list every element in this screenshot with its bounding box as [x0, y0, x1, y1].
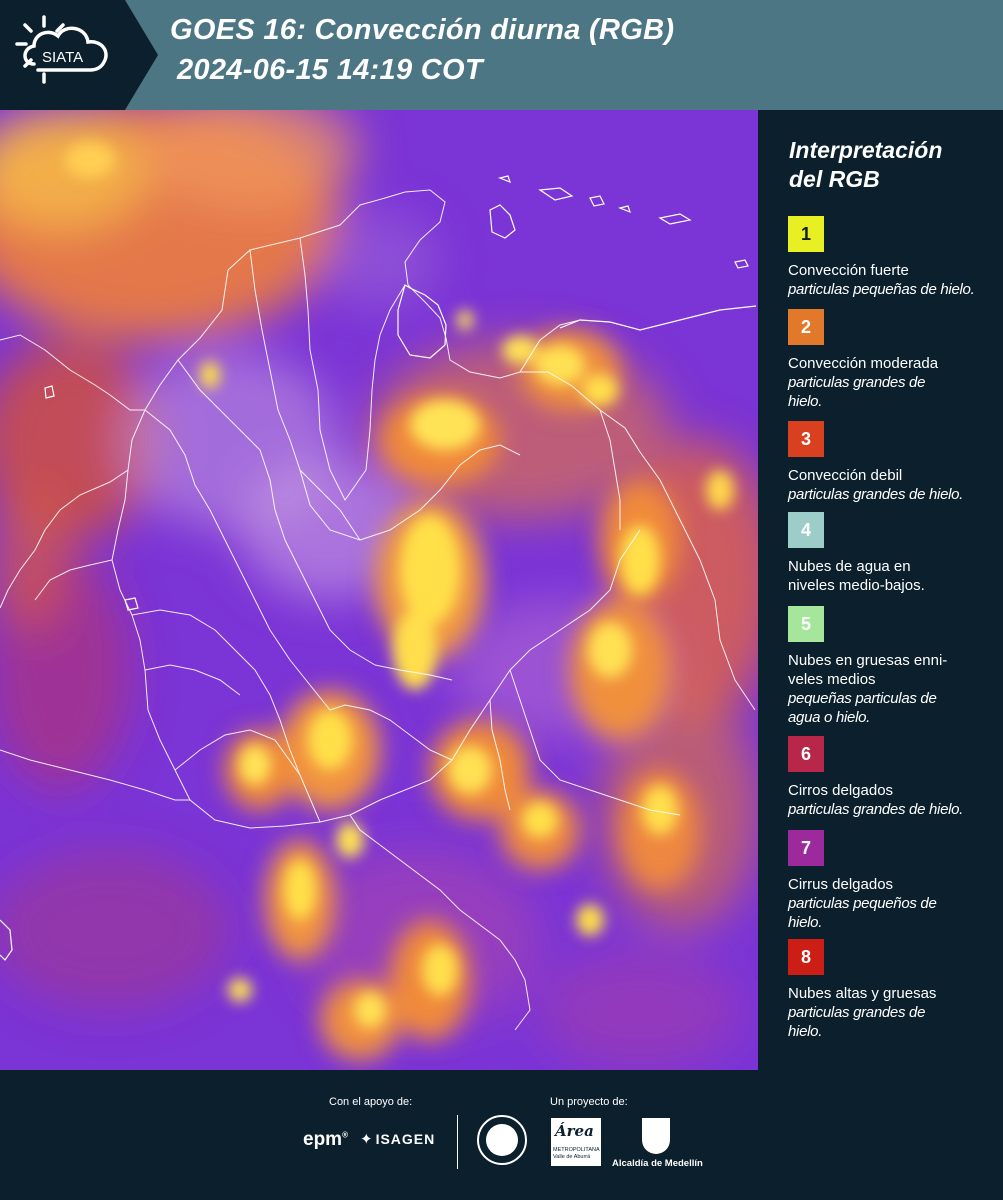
isagen-star-icon: ✦ [360, 1131, 374, 1148]
footer-sponsors: Con el apoyo de: Un proyecto de: epm® ✦ I… [0, 1070, 1003, 1200]
legend-item-weak-convection: 3 Convección debil particulas grandes de… [788, 421, 998, 504]
alcaldia-shield-icon [642, 1118, 670, 1154]
legend-item-detail: pequeñas particulas de agua o hielo. [788, 690, 937, 726]
legend-item-label: Convección debil [788, 467, 903, 484]
page-title: GOES 16: Convección diurna (RGB) [170, 14, 675, 46]
legend-item-label: Nubes en gruesas enni- veles medios [788, 652, 948, 688]
legend-item-detail: particulas pequeñas de hielo. [788, 281, 975, 298]
alcaldia-label: Alcaldía de Medellín [612, 1158, 703, 1169]
legend-item-detail: particulas grandes de hielo. [788, 1004, 926, 1040]
legend-item-detail: particulas grandes de hielo. [788, 486, 964, 503]
legend-item-label: Nubes altas y gruesas [788, 985, 937, 1002]
legend-item-label: Convección moderada [788, 355, 939, 372]
footer-divider [457, 1115, 458, 1169]
svg-text:SIATA: SIATA [42, 49, 83, 66]
timestamp: 2024-06-15 14:19 COT [177, 54, 483, 86]
legend-item-label: Nubes de agua en niveles medio-bajos. [788, 558, 925, 594]
siata-logo: SIATA [0, 0, 158, 110]
legend-swatch-7: 7 [788, 830, 824, 866]
legend-swatch-6: 6 [788, 736, 824, 772]
legend-item-label: Convección fuerte [788, 262, 909, 279]
rgb-legend: Interpretación del RGB 1 Convección fuer… [772, 110, 1003, 1070]
legend-item-low-water-clouds: 4 Nubes de agua en niveles medio-bajos. [788, 512, 998, 595]
legend-item-detail: particulas pequeños de hielo. [788, 895, 937, 931]
legend-item-thin-cirrus-small: 7 Cirrus delgados particulas pequeños de… [788, 830, 998, 932]
legend-swatch-4: 4 [788, 512, 824, 548]
legend-item-label: Cirrus delgados [788, 876, 894, 893]
support-label: Con el apoyo de: [329, 1096, 413, 1108]
legend-swatch-1: 1 [788, 216, 824, 252]
legend-swatch-3: 3 [788, 421, 824, 457]
legend-swatch-5: 5 [788, 606, 824, 642]
area-metropolitana-logo: Área METROPOLITANA Valle de Aburrá [551, 1118, 601, 1166]
epm-logo: epm® [303, 1129, 348, 1150]
medellin-seal-icon [477, 1115, 527, 1165]
header-bar: SIATA GOES 16: Convección diurna (RGB) 2… [0, 0, 1003, 110]
siata-sun-cloud-icon: SIATA [15, 15, 108, 84]
legend-title: Interpretación del RGB [789, 137, 943, 192]
satellite-map [0, 110, 758, 1070]
project-label: Un proyecto de: [550, 1096, 628, 1108]
legend-item-moderate-convection: 2 Convección moderada particulas grandes… [788, 309, 998, 411]
legend-item-detail: particulas grandes de hielo. [788, 374, 926, 410]
legend-item-detail: particulas grandes de hielo. [788, 801, 964, 818]
map-canvas [0, 110, 758, 1070]
isagen-logo: ✦ ISAGEN [360, 1131, 436, 1148]
legend-item-mid-level-clouds: 5 Nubes en gruesas enni- veles medios pe… [788, 606, 998, 727]
legend-swatch-8: 8 [788, 939, 824, 975]
legend-swatch-2: 2 [788, 309, 824, 345]
legend-item-label: Cirros delgados [788, 782, 894, 799]
legend-item-high-thick-clouds: 8 Nubes altas y gruesas particulas grand… [788, 939, 998, 1041]
legend-item-strong-convection: 1 Convección fuerte particulas pequeñas … [788, 216, 998, 299]
legend-item-thin-cirrus-large: 6 Cirros delgados particulas grandes de … [788, 736, 998, 819]
